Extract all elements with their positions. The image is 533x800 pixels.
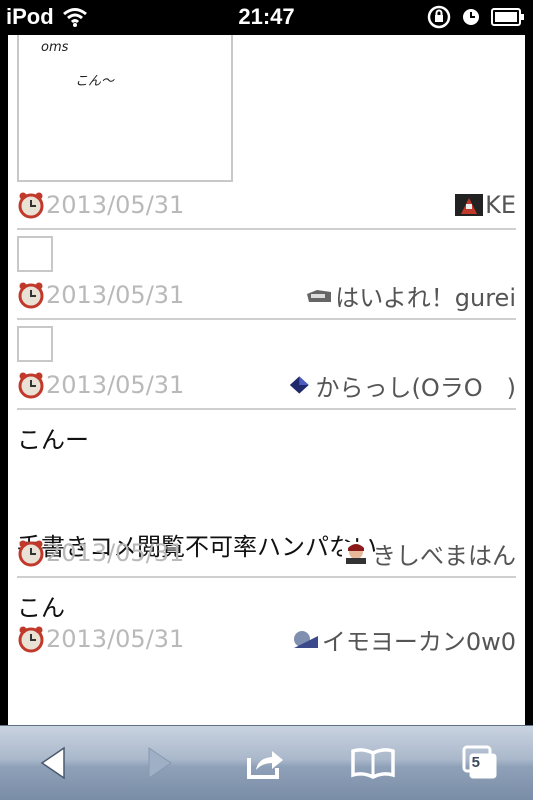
comment-text: こんー 手書きコメ閲覧不可率ハンパない (17, 426, 377, 561)
date: 2013/05/31 (17, 281, 184, 309)
list-item: こんー 手書きコメ閲覧不可率ハンパない 2013/05/31 きしべまはん (17, 410, 516, 578)
comment-text: こん (17, 594, 65, 622)
tabs-button[interactable]: 5 (450, 738, 510, 788)
list-item: 2013/05/31 からっし(OラO ) (17, 326, 516, 410)
back-arrow-icon (40, 746, 66, 780)
date: 2013/05/31 (17, 625, 184, 653)
share-icon (247, 751, 284, 779)
image-placeholder[interactable] (17, 326, 53, 362)
battery-icon (491, 8, 524, 26)
browser-toolbar: 5 (0, 725, 533, 800)
alarm-status-icon (463, 9, 479, 25)
author[interactable]: イモヨーカン0w0 (291, 622, 516, 657)
alarm-clock-icon (18, 372, 44, 399)
meta-row: 2013/05/31 KE (17, 182, 516, 228)
svg-text:oms: oms (41, 40, 69, 55)
alarm-clock-icon (18, 626, 44, 653)
author[interactable]: きしべまはん (342, 536, 516, 571)
user-avatar-icon (305, 284, 334, 306)
author[interactable]: はいよれ！gurei (305, 278, 516, 313)
alarm-clock-icon (18, 282, 44, 309)
date: 2013/05/31 (17, 191, 184, 219)
page-content[interactable]: oms こん〜 2013/05/31 KE 2013/05/31 はいよれ！gu… (8, 35, 525, 725)
list-item: oms こん〜 2013/05/31 KE (17, 35, 516, 230)
forward-arrow-icon (148, 747, 172, 779)
author[interactable]: KE (455, 191, 516, 219)
forward-button[interactable] (130, 738, 190, 788)
alarm-clock-icon (18, 192, 44, 219)
meta-row: 2013/05/31 きしべまはん (17, 530, 516, 576)
orientation-lock-icon (427, 5, 451, 29)
list-item: こん 2013/05/31 イモヨーカン0w0 (17, 578, 516, 662)
date: 2013/05/31 (17, 371, 184, 399)
alarm-clock-icon (18, 540, 44, 567)
svg-text:こん〜: こん〜 (75, 74, 115, 89)
meta-row: 2013/05/31 からっし(OラO ) (17, 362, 516, 408)
sketch-drawing: oms こん〜 (41, 40, 115, 89)
bookmarks-button[interactable] (343, 738, 403, 788)
meta-row: 2013/05/31 イモヨーカン0w0 (17, 616, 516, 662)
user-avatar-icon (455, 194, 484, 216)
user-avatar-icon (342, 542, 370, 564)
image-placeholder[interactable] (17, 236, 53, 272)
sketch-thumbnail[interactable]: oms こん〜 (17, 35, 233, 182)
user-avatar-icon (290, 376, 310, 394)
user-avatar-icon (291, 628, 320, 650)
share-button[interactable] (236, 738, 296, 788)
status-bar: iPod 21:47 (0, 0, 533, 35)
book-icon (351, 748, 395, 779)
list-item: 2013/05/31 はいよれ！gurei (17, 236, 516, 320)
date: 2013/05/31 (17, 539, 184, 567)
author[interactable]: からっし(OラO ) (289, 368, 516, 403)
tab-count: 5 (471, 754, 481, 771)
back-button[interactable] (23, 738, 83, 788)
meta-row: 2013/05/31 はいよれ！gurei (17, 272, 516, 318)
